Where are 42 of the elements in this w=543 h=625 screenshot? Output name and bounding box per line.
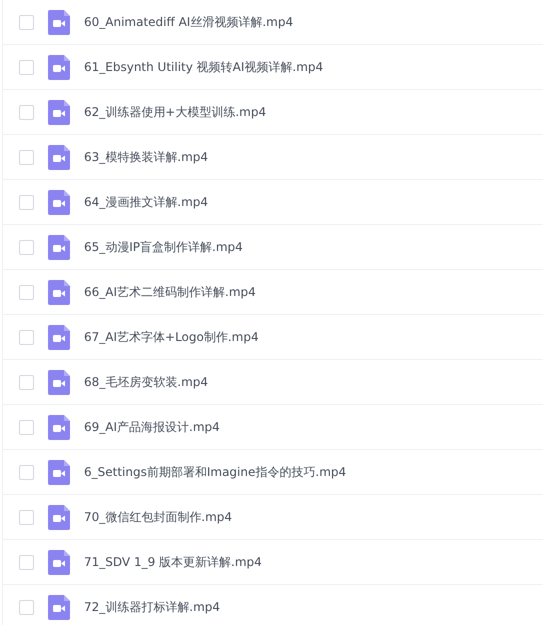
file-name[interactable]: 67_AI艺术字体+Logo制作.mp4 <box>84 328 259 346</box>
checkbox[interactable] <box>19 464 34 480</box>
checkbox[interactable] <box>19 374 34 390</box>
checkbox[interactable] <box>19 554 34 570</box>
video-file-icon <box>48 190 70 214</box>
checkbox[interactable] <box>19 284 34 300</box>
video-file-icon <box>48 234 70 260</box>
file-name[interactable]: 68_毛坯房变软装.mp4 <box>84 373 208 391</box>
file-name[interactable]: 70_微信红包封面制作.mp4 <box>84 508 232 526</box>
file-name[interactable]: 72_训练器打标详解.mp4 <box>84 598 220 616</box>
checkbox[interactable] <box>19 510 34 524</box>
file-name[interactable]: 63_模特换装详解.mp4 <box>84 148 208 166</box>
file-name[interactable]: 64_漫画推文详解.mp4 <box>84 193 208 211</box>
file-name[interactable]: 60_Animatediff AI丝滑视频详解.mp4 <box>84 13 294 31</box>
video-file-icon <box>48 10 70 34</box>
video-file-icon <box>48 100 70 124</box>
video-file-icon <box>48 324 70 350</box>
checkbox[interactable] <box>19 60 34 74</box>
checkbox[interactable] <box>19 600 34 614</box>
video-file-icon <box>48 54 70 80</box>
file-name[interactable]: 6_Settings前期部署和Imagine指令的技巧.mp4 <box>84 463 346 481</box>
video-file-icon <box>48 280 70 304</box>
file-name[interactable]: 62_训练器使用+大模型训练.mp4 <box>84 103 266 121</box>
video-file-icon <box>48 370 70 394</box>
checkbox[interactable] <box>19 194 34 210</box>
file-name[interactable]: 69_AI产品海报设计.mp4 <box>84 418 220 436</box>
file-name[interactable]: 71_SDV 1_9 版本更新详解.mp4 <box>84 553 262 571</box>
file-name[interactable]: 61_Ebsynth Utility 视频转AI视频详解.mp4 <box>84 58 324 76</box>
checkbox[interactable] <box>19 420 34 434</box>
file-name[interactable]: 65_动漫IP盲盒制作详解.mp4 <box>84 238 243 256</box>
video-file-icon <box>48 550 70 574</box>
video-file-icon <box>48 460 70 484</box>
file-name[interactable]: 66_AI艺术二维码制作详解.mp4 <box>84 283 256 301</box>
checkbox[interactable] <box>19 240 34 254</box>
checkbox[interactable] <box>19 150 34 164</box>
checkbox[interactable] <box>19 104 34 120</box>
video-file-icon <box>48 144 70 170</box>
checkbox[interactable] <box>19 14 34 30</box>
checkbox[interactable] <box>19 330 34 344</box>
video-file-icon <box>48 594 70 620</box>
video-file-icon <box>48 504 70 530</box>
video-file-icon <box>48 414 70 440</box>
